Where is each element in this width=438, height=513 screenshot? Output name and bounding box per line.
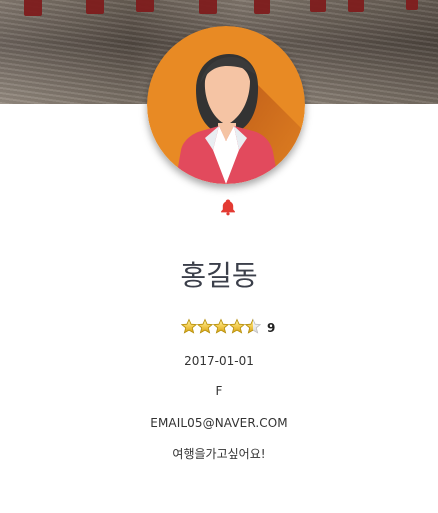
- star-icon: [244, 318, 261, 334]
- profile-avatar: [147, 26, 305, 184]
- profile-name: 홍길동: [180, 259, 258, 292]
- rating-count: 9: [267, 321, 276, 335]
- user-avatar-icon: [147, 26, 305, 184]
- bell-icon[interactable]: [219, 198, 237, 216]
- rating-stars: [181, 318, 261, 334]
- email-address[interactable]: EMAIL05@NAVER.COM: [0, 415, 438, 431]
- star-icon: [196, 318, 214, 334]
- cover-decoration: [24, 0, 418, 24]
- birth-date: 2017-01-01: [184, 354, 254, 368]
- star-icon: [228, 318, 246, 334]
- gender: F: [215, 384, 223, 398]
- rating-summary: 9: [181, 318, 275, 338]
- star-icon: [212, 318, 230, 334]
- profile-bio: 여행을가고싶어요!: [172, 447, 266, 461]
- star-icon: [181, 318, 198, 334]
